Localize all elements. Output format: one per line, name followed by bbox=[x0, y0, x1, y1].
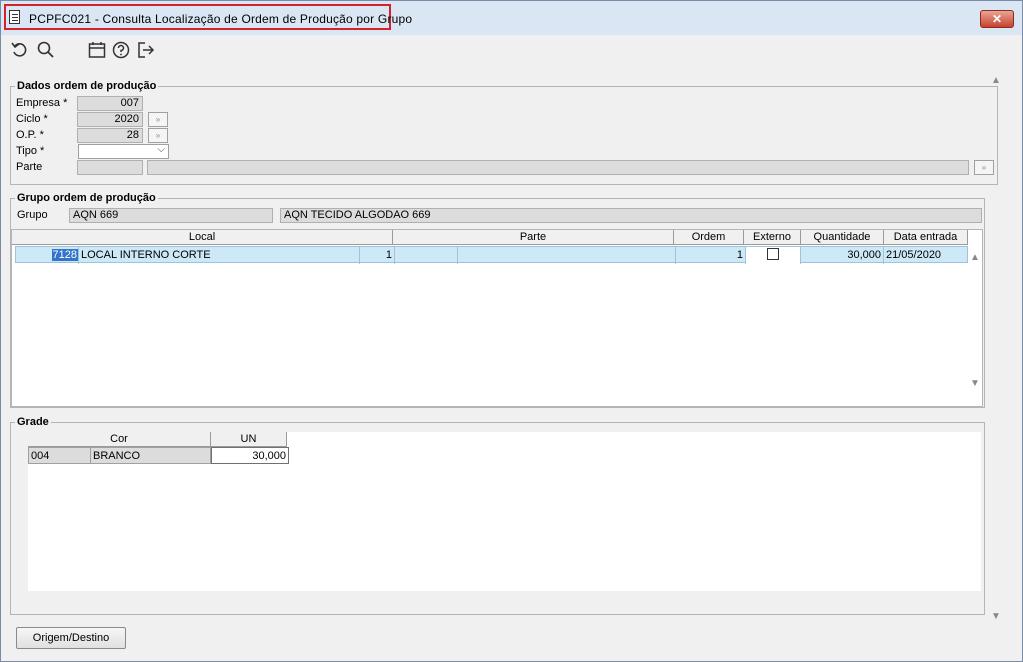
ciclo-field[interactable]: 2020 bbox=[77, 112, 143, 127]
local-num-cell[interactable]: 1 bbox=[360, 247, 395, 264]
grupo-code-field[interactable]: AQN 669 bbox=[69, 208, 273, 223]
empresa-label: Empresa * bbox=[16, 97, 68, 109]
col-header-ordem[interactable]: Ordem bbox=[674, 230, 744, 245]
dados-fieldset: Dados ordem de produção Empresa * 007 Ci… bbox=[10, 80, 998, 185]
grupo-label: Grupo bbox=[17, 209, 48, 221]
col-header-un[interactable]: UN bbox=[211, 432, 287, 447]
local-table: Local Parte Ordem Externo Quantidade Dat… bbox=[11, 229, 983, 407]
op-lookup-button[interactable]: » bbox=[148, 128, 168, 143]
table-scroll-up-icon[interactable]: ▲ bbox=[970, 252, 980, 263]
col-header-data[interactable]: Data entrada bbox=[884, 230, 968, 245]
exit-icon[interactable] bbox=[136, 40, 156, 60]
grupo-fieldset: Grupo ordem de produção Grupo AQN 669 AQ… bbox=[10, 192, 985, 408]
title-bar: PCPFC021 - Consulta Localização de Ordem… bbox=[1, 1, 1022, 35]
undo-icon[interactable] bbox=[10, 40, 30, 60]
table-scroll-down-icon[interactable]: ▼ bbox=[970, 378, 980, 389]
op-field[interactable]: 28 bbox=[77, 128, 143, 143]
close-button[interactable]: ✕ bbox=[980, 10, 1014, 28]
parte-desc-cell[interactable] bbox=[458, 247, 676, 264]
parte-lookup-button[interactable]: » bbox=[974, 160, 994, 175]
col-header-cor[interactable]: Cor bbox=[28, 432, 211, 447]
document-icon bbox=[9, 10, 20, 24]
table-row[interactable]: 7128 LOCAL INTERNO CORTE 1 1 30,000 21/0… bbox=[15, 246, 968, 264]
search-icon[interactable] bbox=[36, 40, 56, 60]
origem-destino-button[interactable]: Origem/Destino bbox=[16, 627, 126, 649]
window-title: PCPFC021 - Consulta Localização de Ordem… bbox=[29, 12, 413, 26]
parte-code-cell[interactable] bbox=[395, 247, 458, 264]
grade-table: Cor UN 004 BRANCO 30,000 bbox=[28, 432, 981, 591]
grade-legend: Grade bbox=[15, 416, 51, 428]
cor-code-cell[interactable]: 004 bbox=[28, 447, 91, 464]
local-code-cell[interactable]: 7128 bbox=[16, 247, 79, 264]
chevron-down-icon: ⌵ bbox=[157, 144, 165, 155]
calendar-icon[interactable] bbox=[87, 40, 107, 60]
col-header-externo[interactable]: Externo bbox=[744, 230, 801, 245]
tipo-select[interactable]: ⌵ bbox=[78, 144, 169, 159]
content-area: ▲ ▼ Dados ordem de produção Empresa * 00… bbox=[1, 65, 1022, 661]
op-label: O.P. * bbox=[16, 129, 44, 141]
col-header-quantidade[interactable]: Quantidade bbox=[801, 230, 884, 245]
local-name-cell[interactable]: LOCAL INTERNO CORTE bbox=[79, 247, 360, 264]
tipo-label: Tipo * bbox=[16, 145, 45, 157]
parte-label: Parte bbox=[16, 161, 43, 173]
grupo-desc-field: AQN TECIDO ALGODAO 669 bbox=[280, 208, 982, 223]
externo-checkbox[interactable] bbox=[767, 248, 779, 260]
empresa-field[interactable]: 007 bbox=[77, 96, 143, 111]
data-cell[interactable]: 21/05/2020 bbox=[884, 247, 968, 264]
toolbar bbox=[1, 35, 1022, 65]
grupo-legend: Grupo ordem de produção bbox=[15, 192, 158, 204]
externo-cell[interactable] bbox=[746, 247, 801, 264]
main-window: PCPFC021 - Consulta Localização de Ordem… bbox=[0, 0, 1023, 662]
cor-name-cell[interactable]: BRANCO bbox=[91, 447, 211, 464]
ordem-cell[interactable]: 1 bbox=[676, 247, 746, 264]
dados-legend: Dados ordem de produção bbox=[15, 80, 159, 92]
parte-desc-field bbox=[147, 160, 969, 175]
help-icon[interactable] bbox=[111, 40, 131, 60]
scroll-up-icon[interactable]: ▲ bbox=[991, 75, 1001, 86]
ciclo-label: Ciclo * bbox=[16, 113, 48, 125]
quantidade-cell[interactable]: 30,000 bbox=[801, 247, 884, 264]
col-header-parte[interactable]: Parte bbox=[393, 230, 674, 245]
col-header-local[interactable]: Local bbox=[12, 230, 393, 245]
grade-fieldset: Grade Cor UN 004 BRANCO 30,000 bbox=[10, 416, 985, 615]
ciclo-lookup-button[interactable]: » bbox=[148, 112, 168, 127]
scroll-down-icon[interactable]: ▼ bbox=[991, 611, 1001, 622]
un-cell[interactable]: 30,000 bbox=[211, 447, 289, 464]
parte-code-field[interactable] bbox=[77, 160, 143, 175]
